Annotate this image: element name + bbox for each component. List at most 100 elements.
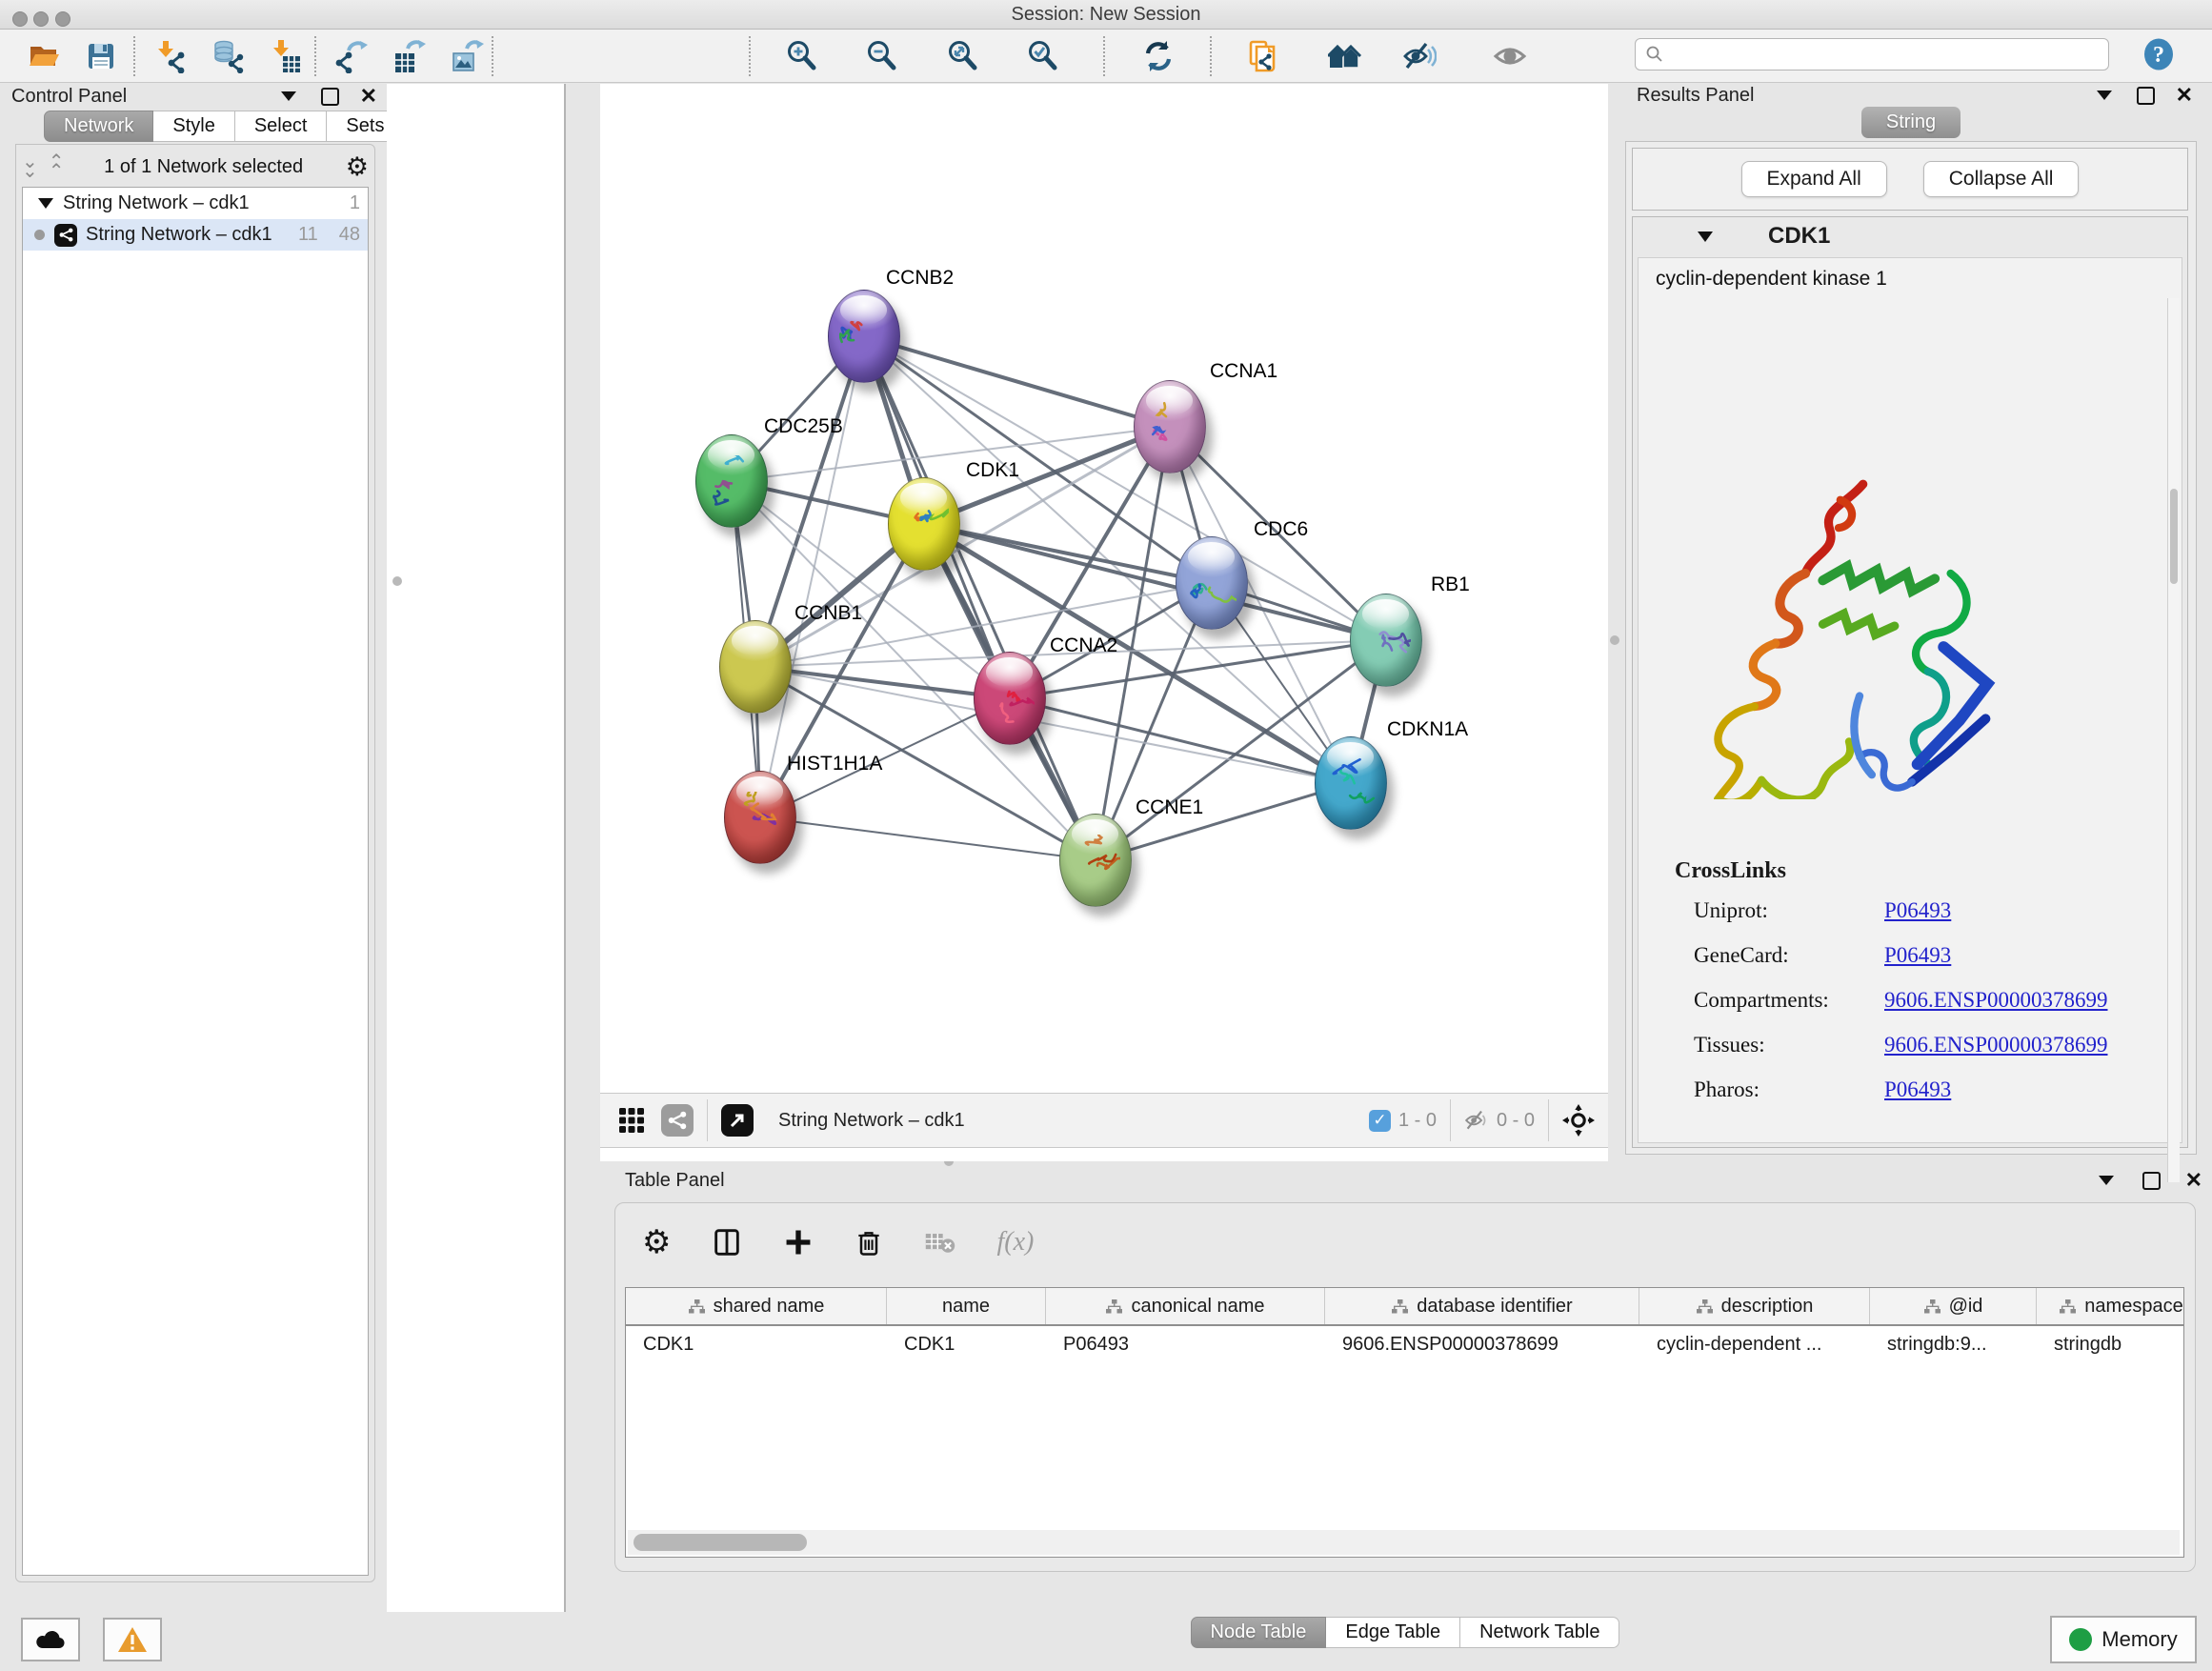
export-network-icon[interactable] (335, 39, 370, 73)
node-ccne1[interactable] (1059, 814, 1132, 907)
show-all-icon[interactable] (1493, 39, 1527, 73)
save-session-icon[interactable] (84, 39, 118, 73)
panel-close-icon[interactable]: ✕ (2185, 1170, 2202, 1191)
cloud-status-button[interactable] (21, 1618, 80, 1661)
gear-icon[interactable]: ⚙ (346, 154, 369, 180)
birdseye-grid-icon[interactable] (615, 1104, 648, 1137)
edge-CCNB2-CCNA1[interactable] (864, 336, 1170, 427)
hide-selected-icon[interactable] (1402, 39, 1437, 73)
table-cell[interactable]: CDK1 (626, 1334, 887, 1356)
collapse-all-icon[interactable]: ⌄⌄ (22, 157, 35, 176)
scrollbar-thumb[interactable] (633, 1534, 807, 1551)
first-neighbors-icon[interactable] (1328, 39, 1362, 73)
duplicate-network-icon[interactable] (1245, 39, 1279, 73)
node-hist1h1a[interactable] (724, 771, 796, 864)
help-icon[interactable]: ? (2142, 37, 2176, 71)
edge-CCNB1-CCNA2[interactable] (755, 667, 1010, 698)
refresh-view-icon[interactable] (1141, 39, 1176, 73)
tab-string[interactable]: String (1861, 107, 1961, 138)
table-cell[interactable]: CDK1 (887, 1334, 1046, 1356)
search-input[interactable] (1670, 44, 2108, 66)
node-cdkn1a[interactable] (1315, 736, 1387, 830)
crosslink-link[interactable]: P06493 (1884, 943, 1951, 968)
network-share-icon[interactable] (661, 1104, 694, 1137)
table-cell[interactable]: 9606.ENSP00000378699 (1325, 1334, 1639, 1356)
pan-crosshair-icon[interactable] (1562, 1104, 1595, 1137)
open-in-window-icon[interactable] (721, 1104, 754, 1137)
node-cdc25b[interactable] (695, 434, 768, 528)
tab-network[interactable]: Network (44, 111, 153, 142)
node-ccnb1[interactable] (719, 620, 792, 714)
tab-edge-table[interactable]: Edge Table (1326, 1617, 1460, 1648)
collapse-all-button[interactable]: Collapse All (1923, 161, 2080, 197)
crosslink-link[interactable]: P06493 (1884, 1077, 1951, 1102)
create-column-icon[interactable] (783, 1227, 814, 1258)
expand-all-icon[interactable]: ⌃⌃ (49, 157, 62, 176)
table-row[interactable]: CDK1CDK1P064939606.ENSP00000378699cyclin… (626, 1326, 2183, 1362)
splitter-grip[interactable] (1610, 635, 1619, 645)
memory-button[interactable]: Memory (2050, 1616, 2197, 1663)
tab-style[interactable]: Style (153, 111, 234, 142)
node-ccna2[interactable] (974, 652, 1046, 745)
panel-float-icon[interactable] (2142, 1172, 2161, 1190)
disclosure-triangle-icon[interactable] (1698, 232, 1713, 242)
column-header-description[interactable]: description (1639, 1288, 1870, 1324)
table-horizontal-scrollbar[interactable] (628, 1530, 2180, 1555)
network-collection-row[interactable]: String Network – cdk1 1 (23, 188, 368, 219)
panel-close-icon[interactable]: ✕ (2176, 85, 2193, 106)
edge-CCNB2-CCNE1[interactable] (864, 336, 1096, 860)
disclosure-triangle-icon[interactable] (38, 198, 53, 209)
panel-float-icon[interactable] (321, 88, 339, 106)
panel-float-icon[interactable] (2137, 87, 2155, 105)
node-rb1[interactable] (1350, 594, 1422, 687)
panel-menu-icon[interactable] (2097, 91, 2112, 100)
column-header-shared-name[interactable]: shared name (626, 1288, 887, 1324)
panel-close-icon[interactable]: ✕ (360, 86, 377, 107)
tab-select[interactable]: Select (235, 111, 328, 142)
node-ccnb2[interactable] (828, 290, 900, 383)
column-header-id[interactable]: @id (1870, 1288, 2037, 1324)
table-options-icon[interactable]: ⚙ (642, 1226, 671, 1258)
fit-content-icon[interactable] (946, 39, 980, 73)
zoom-in-icon[interactable] (785, 39, 819, 73)
zoom-selected-icon[interactable] (1026, 39, 1060, 73)
import-network-database-icon[interactable] (211, 39, 246, 73)
table-cell[interactable]: stringdb (2037, 1334, 2184, 1356)
crosslink-link[interactable]: 9606.ENSP00000378699 (1884, 1033, 2108, 1057)
show-columns-icon[interactable] (711, 1226, 743, 1258)
open-file-icon[interactable] (27, 39, 61, 73)
import-table-file-icon[interactable] (269, 39, 303, 73)
network-canvas[interactable]: CCNB2CCNA1CDC25BCDK1CDC6RB1CCNB1CCNA2CDK… (600, 84, 1608, 1093)
table-cell[interactable]: cyclin-dependent ... (1639, 1334, 1870, 1356)
edge-CCNB2-HIST1H1A[interactable] (760, 336, 864, 817)
results-scrollbar[interactable] (2167, 298, 2180, 1182)
tab-node-table[interactable]: Node Table (1191, 1617, 1327, 1648)
crosslink-link[interactable]: 9606.ENSP00000378699 (1884, 988, 2108, 1013)
table-cell[interactable]: P06493 (1046, 1334, 1325, 1356)
node-cdk1[interactable] (888, 477, 960, 571)
column-header-namespace[interactable]: namespace (2037, 1288, 2184, 1324)
column-header-canonical-name[interactable]: canonical name (1046, 1288, 1325, 1324)
export-image-icon[interactable] (450, 39, 484, 73)
tab-network-table[interactable]: Network Table (1460, 1617, 1619, 1648)
node-ccna1[interactable] (1134, 380, 1206, 473)
expand-all-button[interactable]: Expand All (1741, 161, 1887, 197)
warning-status-button[interactable] (103, 1618, 162, 1661)
node-cdc6[interactable] (1176, 536, 1248, 630)
column-header-name[interactable]: name (887, 1288, 1046, 1324)
splitter-grip[interactable] (392, 576, 402, 586)
network-canvas-left[interactable] (387, 84, 566, 1612)
edge-HIST1H1A-CCNE1[interactable] (760, 817, 1096, 860)
selected-checkbox-icon[interactable]: ✓ (1369, 1110, 1391, 1132)
edge-CDKN1A-CCNE1[interactable] (1096, 783, 1351, 860)
panel-menu-icon[interactable] (281, 91, 296, 101)
scrollbar-thumb[interactable] (2170, 489, 2178, 584)
network-row[interactable]: String Network – cdk1 11 48 (23, 219, 368, 251)
table-cell[interactable]: stringdb:9... (1870, 1334, 2037, 1356)
export-table-icon[interactable] (392, 39, 427, 73)
crosslink-link[interactable]: P06493 (1884, 898, 1951, 923)
delete-column-icon[interactable] (854, 1227, 884, 1258)
edge-CDC6-CCNB1[interactable] (755, 583, 1212, 667)
zoom-out-icon[interactable] (865, 39, 899, 73)
panel-menu-icon[interactable] (2099, 1176, 2114, 1185)
